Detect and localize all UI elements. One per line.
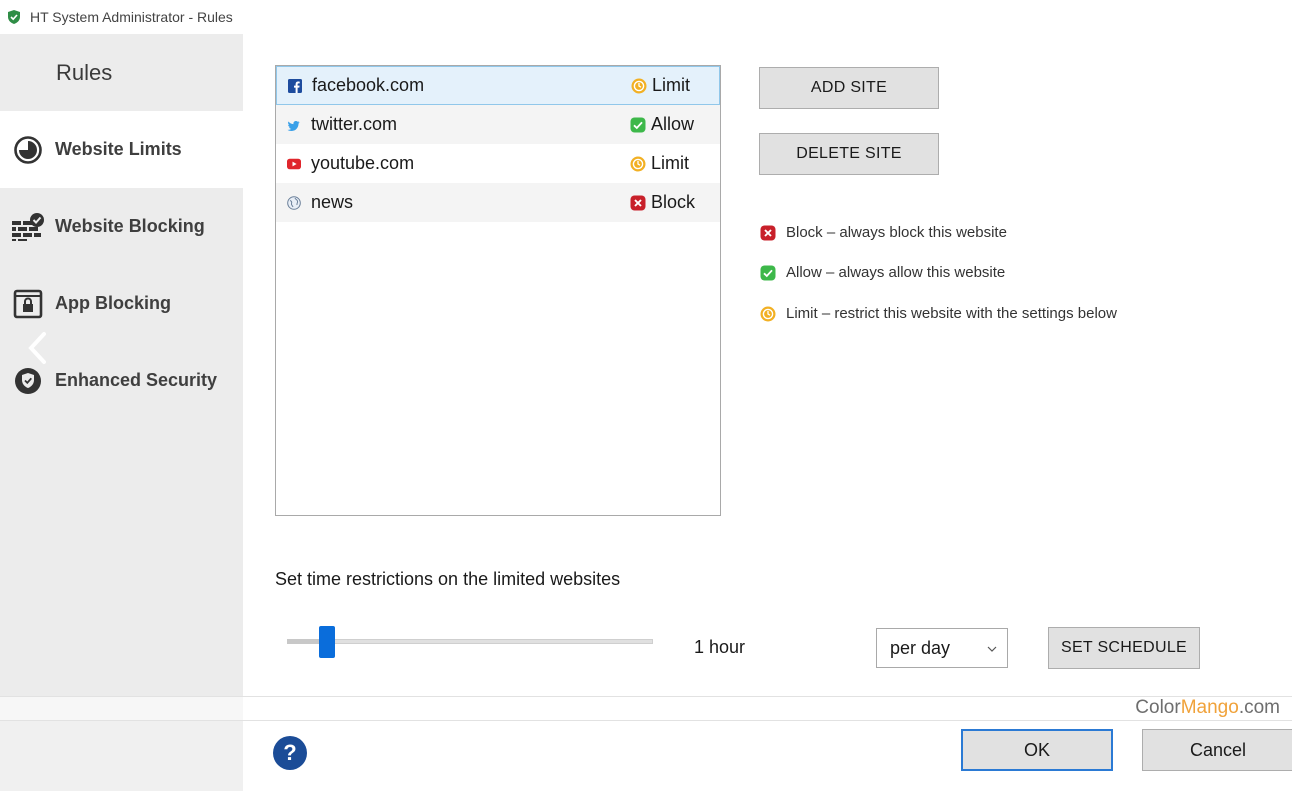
sidebar-item-website-limits[interactable]: Website Limits (0, 111, 243, 188)
duration-value: 1 hour (694, 637, 746, 657)
clock-icon (11, 133, 45, 167)
status-label: Limit (652, 75, 691, 95)
sidebar-title: Rules (56, 59, 113, 85)
help-button[interactable]: ? (273, 736, 307, 770)
legend-allow-text: Allow – always allow this website (786, 264, 1006, 281)
site-row-news[interactable]: news Block (276, 183, 720, 222)
allow-check-icon (760, 265, 776, 280)
time-restrictions-label: Set time restrictions on the limited web… (275, 569, 621, 589)
status-badge[interactable]: Limit (630, 153, 689, 174)
sidebar: Rules Website Limits Website Blocking Ap… (0, 34, 243, 696)
site-name: facebook.com (312, 75, 425, 95)
slider-track[interactable] (287, 639, 653, 644)
site-row-youtube[interactable]: youtube.com Limit (276, 144, 720, 183)
watermark-suffix: .com (1238, 697, 1280, 718)
footer-left-panel (0, 721, 243, 791)
title-bar: HT System Administrator - Rules (0, 0, 1292, 34)
delete-site-button[interactable]: DELETE SITE (759, 133, 939, 175)
shield-app-icon (8, 10, 20, 24)
period-select[interactable]: per day (876, 628, 1008, 668)
window-title: HT System Administrator - Rules (30, 9, 233, 25)
watermark-prefix: Color (1135, 697, 1181, 718)
app-lock-icon (11, 287, 45, 321)
limit-clock-icon (630, 156, 646, 171)
site-name: twitter.com (311, 114, 398, 134)
status-badge[interactable]: Allow (630, 114, 694, 135)
sidebar-item-label: Website Blocking (55, 216, 205, 236)
ok-button[interactable]: OK (961, 729, 1113, 771)
block-x-icon (760, 225, 776, 240)
status-label: Block (651, 192, 696, 212)
facebook-icon (288, 78, 302, 93)
sidebar-item-website-blocking[interactable]: Website Blocking (0, 188, 243, 265)
shield-check-icon (11, 364, 45, 398)
block-x-icon (630, 195, 646, 210)
cancel-button[interactable]: Cancel (1142, 729, 1292, 771)
sidebar-item-label: Enhanced Security (55, 370, 218, 390)
limit-clock-icon (631, 78, 647, 93)
status-badge[interactable]: Limit (631, 75, 690, 96)
slider-thumb[interactable] (319, 626, 335, 658)
status-label: Allow (651, 114, 695, 134)
allow-check-icon (630, 117, 646, 132)
site-list[interactable]: facebook.com Limit twitter.com Allow you… (275, 65, 721, 516)
collapse-chevron-icon[interactable] (26, 331, 48, 365)
legend-block: Block – always block this website (760, 224, 1007, 241)
youtube-icon (287, 157, 301, 171)
watermark-accent: Mango (1180, 697, 1239, 718)
legend-allow: Allow – always allow this website (760, 264, 1005, 281)
time-limit-slider[interactable] (287, 624, 653, 660)
site-name: youtube.com (311, 153, 415, 173)
add-site-button[interactable]: ADD SITE (759, 67, 939, 109)
globe-icon (287, 195, 301, 210)
footer-strip-left (0, 697, 243, 721)
status-badge[interactable]: Block (630, 192, 695, 213)
legend-block-text: Block – always block this website (786, 224, 1007, 241)
twitter-icon (287, 118, 301, 132)
chevron-down-icon (987, 646, 997, 652)
set-schedule-button[interactable]: SET SCHEDULE (1048, 627, 1200, 669)
period-select-value: per day (890, 637, 951, 658)
site-name: news (311, 192, 354, 212)
sidebar-item-label: App Blocking (55, 293, 171, 313)
limit-clock-icon (760, 306, 776, 321)
sidebar-item-label: Website Limits (55, 139, 182, 159)
brick-wall-check-icon (11, 210, 45, 244)
site-row-facebook[interactable]: facebook.com Limit (276, 66, 720, 105)
site-row-twitter[interactable]: twitter.com Allow (276, 105, 720, 144)
watermark: ColorMango.com (1135, 697, 1280, 719)
status-label: Limit (651, 153, 690, 173)
legend-limit-text: Limit – restrict this website with the s… (786, 305, 1117, 322)
legend-limit: Limit – restrict this website with the s… (760, 305, 1117, 322)
